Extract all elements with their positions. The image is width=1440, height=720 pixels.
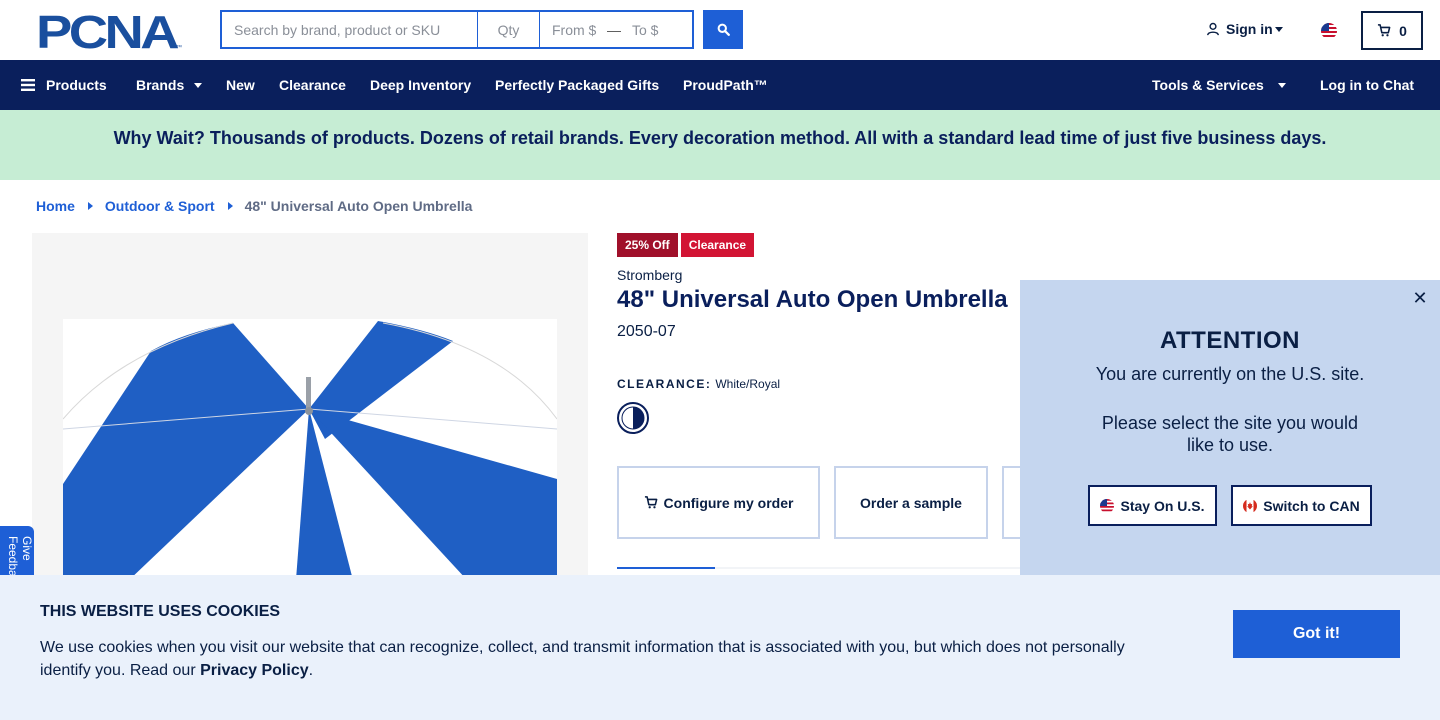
product-brand[interactable]: Stromberg xyxy=(617,267,682,283)
cart-count: 0 xyxy=(1399,22,1407,39)
got-it-button[interactable]: Got it! xyxy=(1233,610,1400,658)
chevron-right-icon xyxy=(227,202,233,210)
cookie-title: THIS WEBSITE USES COOKIES xyxy=(40,603,281,620)
site-header: PCNA ™ — Sign in xyxy=(0,0,1440,60)
cookie-banner: THIS WEBSITE USES COOKIES We use cookies… xyxy=(0,575,1440,720)
attention-title: ATTENTION xyxy=(1159,327,1301,354)
chevron-down-icon xyxy=(194,82,203,88)
stay-on-us-label: Stay On U.S. xyxy=(1120,497,1205,514)
order-sample-label: Order a sample xyxy=(860,494,962,511)
nav-clearance[interactable]: Clearance xyxy=(279,60,346,110)
promo-text: Why Wait? Thousands of products. Dozens … xyxy=(113,127,1327,148)
price-to-input[interactable] xyxy=(624,12,692,47)
nav-tools-services[interactable]: Tools & Services xyxy=(1152,60,1286,110)
cookie-text: We use cookies when you visit our websit… xyxy=(40,636,1160,682)
breadcrumb-current: 48" Universal Auto Open Umbrella xyxy=(244,198,473,214)
cookie-period: . xyxy=(308,662,314,679)
canada-flag-icon xyxy=(1243,498,1258,513)
color-value: White/Royal xyxy=(715,377,781,391)
main-nav: Products Brands New Clearance Deep Inven… xyxy=(0,60,1440,110)
search-input[interactable] xyxy=(222,12,478,47)
switch-to-can-button[interactable]: Switch to CAN xyxy=(1231,485,1372,526)
breadcrumb: Home Outdoor & Sport 48" Universal Auto … xyxy=(36,198,472,214)
active-tab-indicator xyxy=(617,567,715,569)
attention-select-site-text: Please select the site you would like to… xyxy=(1101,413,1359,455)
log-in-to-chat-link[interactable]: Log in to Chat xyxy=(1320,60,1414,110)
nav-deep-inventory[interactable]: Deep Inventory xyxy=(370,60,471,110)
svg-text:™: ™ xyxy=(176,44,182,50)
cart-icon xyxy=(1378,24,1391,37)
pcna-logo[interactable]: PCNA ™ xyxy=(36,12,184,50)
nav-products-label: Products xyxy=(46,77,107,93)
chevron-right-icon xyxy=(87,202,93,210)
switch-to-can-label: Switch to CAN xyxy=(1263,497,1360,514)
promo-banner: Why Wait? Thousands of products. Dozens … xyxy=(0,110,1440,180)
clearance-label-text: CLEARANCE: xyxy=(617,377,712,391)
umbrella-image xyxy=(62,319,558,593)
product-badges: 25% Off Clearance xyxy=(617,233,755,257)
sign-in-label: Sign in xyxy=(1226,21,1273,37)
sign-in-button[interactable]: Sign in xyxy=(1206,21,1283,37)
chevron-down-icon xyxy=(1274,26,1283,32)
nav-products[interactable]: Products xyxy=(21,60,107,110)
price-from-input[interactable] xyxy=(540,12,604,47)
nav-perfectly-packaged-gifts[interactable]: Perfectly Packaged Gifts xyxy=(495,60,659,110)
half-circle-swatch-icon xyxy=(621,406,645,430)
price-range-dash: — xyxy=(607,21,621,38)
search-icon xyxy=(717,23,730,36)
privacy-policy-link[interactable]: Privacy Policy xyxy=(200,662,309,679)
product-sku: 2050-07 xyxy=(617,323,676,340)
chevron-down-icon xyxy=(1277,82,1286,88)
configure-order-label: Configure my order xyxy=(663,494,794,511)
product-image-panel xyxy=(32,233,588,593)
nav-new[interactable]: New xyxy=(226,60,255,110)
clearance-color-label: CLEARANCE: White/Royal xyxy=(617,377,780,391)
close-icon[interactable]: ✕ xyxy=(1410,288,1430,308)
nav-tools-label: Tools & Services xyxy=(1152,77,1264,93)
nav-brands-label: Brands xyxy=(136,77,185,93)
product-image[interactable] xyxy=(62,319,558,593)
nav-brands[interactable]: Brands xyxy=(136,60,203,110)
hamburger-icon xyxy=(21,79,35,91)
user-icon xyxy=(1207,22,1219,36)
search-button[interactable] xyxy=(703,10,743,49)
qty-input[interactable] xyxy=(478,12,540,47)
breadcrumb-category[interactable]: Outdoor & Sport xyxy=(105,198,215,214)
product-title: 48" Universal Auto Open Umbrella xyxy=(617,286,1008,313)
tab-divider xyxy=(715,567,1020,569)
search-bar: — xyxy=(220,10,694,49)
us-flag-icon xyxy=(1100,498,1115,513)
cart-icon xyxy=(644,496,657,509)
nav-proudpath[interactable]: ProudPath™ xyxy=(683,60,768,110)
attention-current-site-text: You are currently on the U.S. site. xyxy=(1095,364,1365,384)
clearance-badge: Clearance xyxy=(680,233,755,257)
breadcrumb-home[interactable]: Home xyxy=(36,198,75,214)
cart-button[interactable]: 0 xyxy=(1361,11,1423,50)
us-flag-icon[interactable] xyxy=(1321,23,1337,39)
discount-badge: 25% Off xyxy=(617,233,678,257)
color-swatch-white-royal[interactable] xyxy=(617,402,649,434)
configure-order-button[interactable]: Configure my order xyxy=(617,466,820,539)
site-selector-modal: ✕ ATTENTION You are currently on the U.S… xyxy=(1020,280,1440,580)
stay-on-us-button[interactable]: Stay On U.S. xyxy=(1088,485,1217,526)
svg-text:PCNA: PCNA xyxy=(36,12,178,50)
order-sample-button[interactable]: Order a sample xyxy=(834,466,988,539)
